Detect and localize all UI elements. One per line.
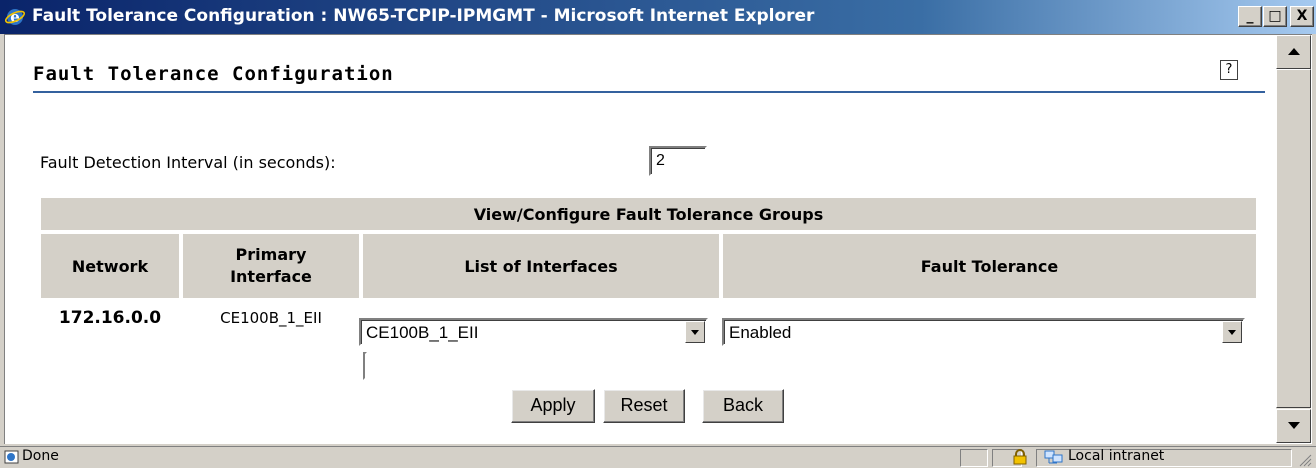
back-button[interactable]: Back	[702, 389, 784, 423]
close-button[interactable]: X	[1290, 6, 1314, 27]
title-divider	[33, 91, 1265, 93]
svg-text:e: e	[10, 8, 20, 26]
scroll-down-button[interactable]	[1276, 409, 1311, 443]
local-intranet-icon	[1044, 450, 1063, 464]
vertical-scrollbar[interactable]	[1276, 35, 1311, 443]
header-primary-interface: Primary Interface	[183, 234, 359, 298]
status-pane	[960, 449, 988, 467]
maximize-button[interactable]: □	[1263, 6, 1287, 27]
header-network: Network	[41, 234, 179, 298]
zone-text: Local intranet	[1068, 448, 1165, 464]
table-caption: View/Configure Fault Tolerance Groups	[41, 198, 1256, 230]
fault-tolerance-select-value: Enabled	[729, 323, 792, 342]
table-cell-primary-interface: CE100B_1_EII	[183, 302, 359, 334]
header-fault-tolerance: Fault Tolerance	[723, 234, 1256, 298]
apply-button[interactable]: Apply	[511, 389, 595, 423]
scroll-thumb[interactable]	[1276, 69, 1311, 408]
reset-button[interactable]: Reset	[603, 389, 685, 423]
interfaces-select[interactable]: CE100B_1_EII	[359, 318, 708, 346]
table-cell-network: 172.16.0.0	[41, 302, 179, 334]
ie-icon: e	[4, 8, 26, 26]
header-list-of-interfaces: List of Interfaces	[363, 234, 719, 298]
fault-detection-interval-input[interactable]	[649, 146, 707, 176]
status-bar: Done Local intranet	[0, 446, 1316, 468]
chevron-down-icon[interactable]	[1222, 321, 1242, 343]
scroll-up-button[interactable]	[1276, 35, 1311, 69]
chevron-down-icon[interactable]	[685, 321, 705, 343]
help-icon[interactable]: ?	[1220, 60, 1238, 80]
page-content: Fault Tolerance Configuration ? Fault De…	[5, 35, 1276, 443]
page-title: Fault Tolerance Configuration	[33, 63, 394, 85]
minimize-button[interactable]: _	[1238, 6, 1262, 27]
interfaces-select-value: CE100B_1_EII	[366, 323, 479, 342]
fault-detection-interval-label: Fault Detection Interval (in seconds):	[40, 153, 336, 172]
page-done-icon	[4, 450, 19, 464]
lock-icon	[1013, 449, 1027, 465]
status-text: Done	[22, 448, 59, 464]
window-title: Fault Tolerance Configuration : NW65-TCP…	[32, 6, 815, 26]
fault-tolerance-groups-table: View/Configure Fault Tolerance Groups Ne…	[41, 198, 1256, 380]
browser-content-area: Fault Tolerance Configuration ? Fault De…	[4, 34, 1312, 444]
window-title-bar[interactable]: e Fault Tolerance Configuration : NW65-T…	[0, 0, 1316, 34]
fault-tolerance-select[interactable]: Enabled	[722, 318, 1245, 346]
resize-grip-icon[interactable]	[1296, 451, 1312, 467]
